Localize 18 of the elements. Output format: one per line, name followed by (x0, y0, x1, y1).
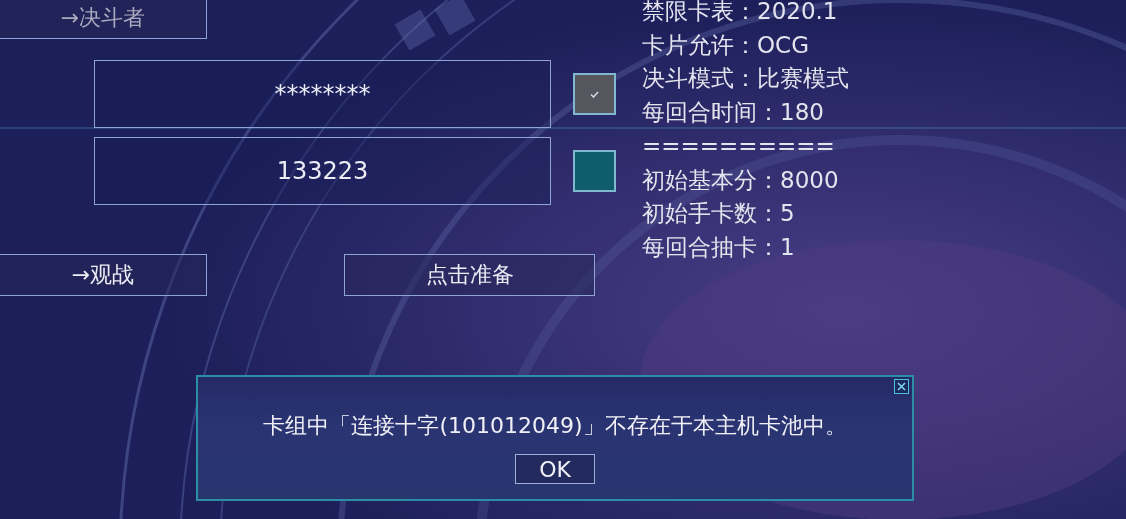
input-field[interactable]: 133223 (94, 137, 551, 205)
dialog-message: 卡组中「连接十字(101012049)」不存在于本主机卡池中。 (263, 412, 847, 440)
check-icon (590, 90, 599, 98)
room-info-line: 卡片允许：OCG (642, 30, 810, 60)
room-info-line: 每回合抽卡：1 (642, 232, 796, 262)
checkbox[interactable] (573, 73, 616, 115)
room-info-line: 禁限卡表：2020.1 (642, 0, 839, 26)
room-info-line: ========== (642, 131, 836, 161)
room-info-line: 初始基本分：8000 (642, 165, 840, 195)
room-info-line: 初始手卡数：5 (642, 199, 796, 229)
close-icon[interactable] (894, 379, 909, 394)
ok-button[interactable]: OK (515, 454, 595, 484)
spectate-button[interactable]: →观战 (0, 254, 207, 296)
input-field[interactable]: ******** (94, 60, 551, 128)
checkbox[interactable] (573, 150, 616, 192)
room-info-line: 决斗模式：比赛模式 (642, 64, 849, 94)
room-info-line: 每回合时间：180 (642, 98, 825, 128)
ready-button[interactable]: 点击准备 (344, 254, 595, 296)
